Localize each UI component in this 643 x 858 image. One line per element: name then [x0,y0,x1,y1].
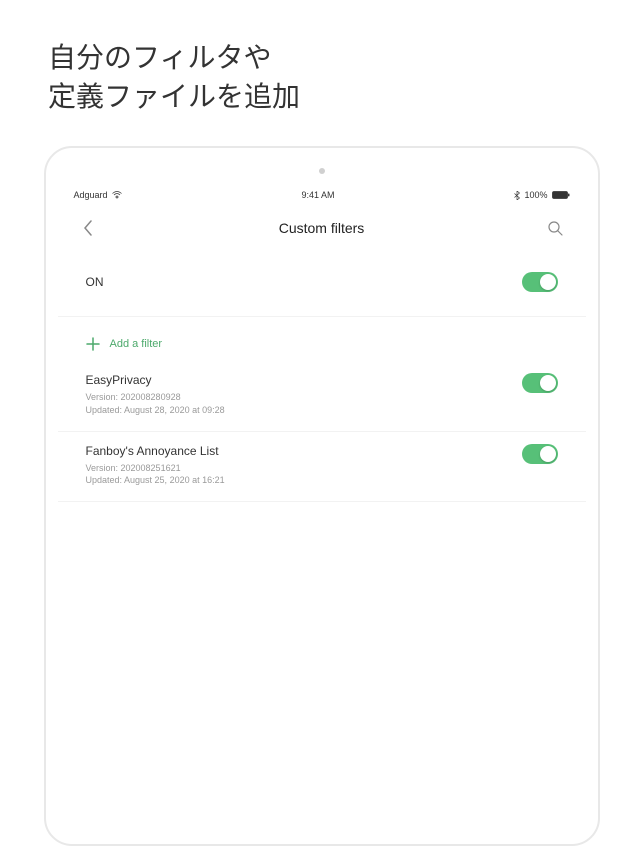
filter-toggle[interactable] [522,444,558,464]
master-toggle-row: ON [58,248,586,317]
status-left: Adguard [74,190,122,200]
content-area: ON Add a filter EasyPrivacy Version: 202… [58,248,586,501]
camera-dot [319,168,325,174]
status-right: 100% [514,190,569,200]
filter-name: Fanboy's Annoyance List [86,444,522,458]
promo-line-2: 定義ファイルを追加 [48,77,643,116]
page-title: Custom filters [279,220,365,236]
wifi-icon [112,191,122,199]
master-toggle-label: ON [86,275,104,289]
promo-heading: 自分のフィルタや 定義ファイルを追加 [0,0,643,116]
bluetooth-icon [514,191,520,200]
carrier-label: Adguard [74,190,108,200]
filter-name: EasyPrivacy [86,373,522,387]
filter-updated: Updated: August 25, 2020 at 16:21 [86,474,522,487]
filter-row: EasyPrivacy Version: 202008280928 Update… [58,361,586,431]
chevron-left-icon [83,220,93,236]
filter-version: Version: 202008251621 [86,462,522,475]
search-button[interactable] [545,218,565,238]
add-filter-label: Add a filter [110,338,163,350]
search-icon [547,220,563,236]
filter-info: EasyPrivacy Version: 202008280928 Update… [86,373,522,416]
device-frame: Adguard 9:41 AM 100% Custom filters ON [44,146,600,846]
promo-line-1: 自分のフィルタや [48,38,643,77]
status-time: 9:41 AM [301,190,334,200]
filter-row: Fanboy's Annoyance List Version: 2020082… [58,432,586,502]
nav-bar: Custom filters [58,204,586,248]
battery-label: 100% [524,190,547,200]
filter-updated: Updated: August 28, 2020 at 09:28 [86,404,522,417]
filter-version: Version: 202008280928 [86,391,522,404]
master-toggle[interactable] [522,272,558,292]
plus-icon [86,337,100,351]
back-button[interactable] [78,218,98,238]
battery-icon [552,191,570,199]
filter-info: Fanboy's Annoyance List Version: 2020082… [86,444,522,487]
filter-toggle[interactable] [522,373,558,393]
add-filter-button[interactable]: Add a filter [58,317,586,361]
status-bar: Adguard 9:41 AM 100% [58,186,586,204]
